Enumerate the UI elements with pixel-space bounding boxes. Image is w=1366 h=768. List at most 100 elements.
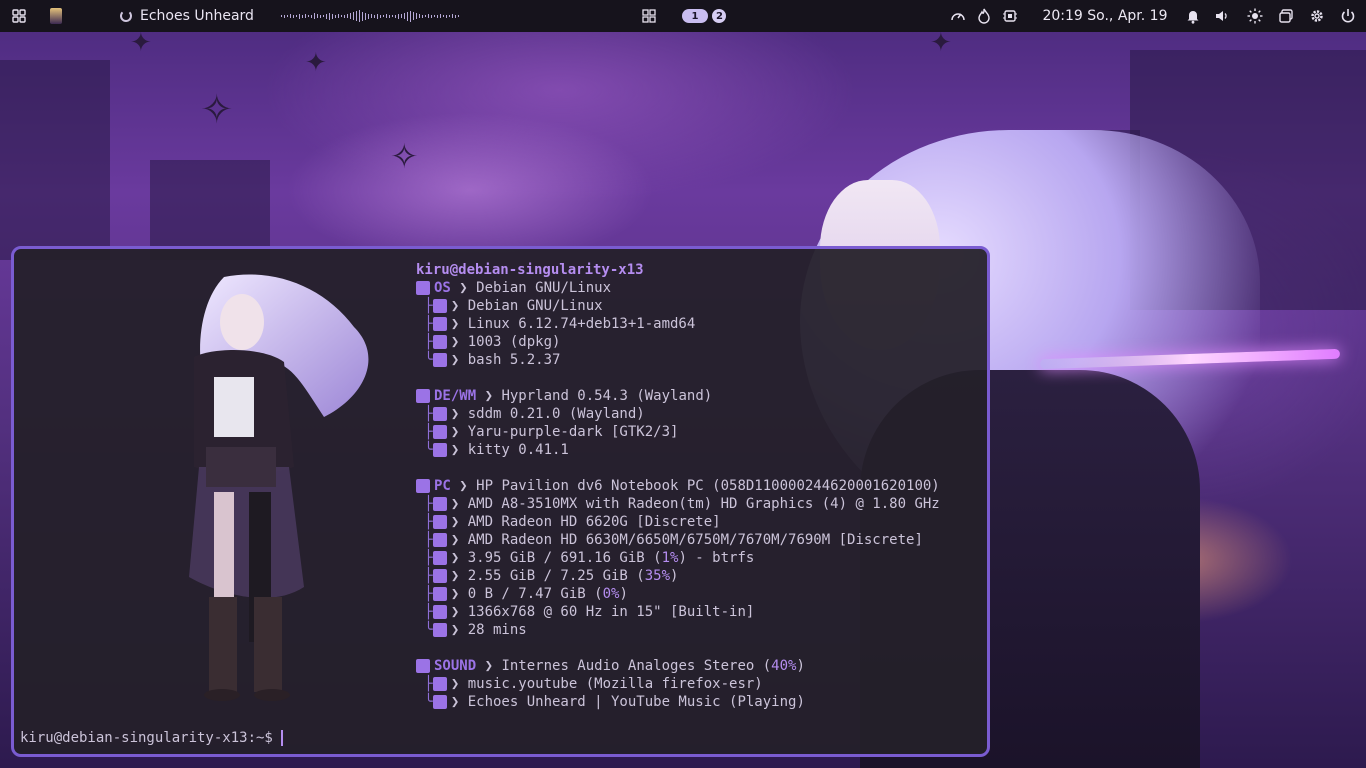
app-launcher-button[interactable] [10,0,28,32]
visualizer-bar [410,10,411,22]
fetch-row: ├ ❯ 1003 (dpkg) [416,333,940,351]
gpu-icon [432,533,447,547]
visualizer-bar [365,12,366,20]
visualizer-bar [293,14,294,18]
chevron-right-icon: ❯ [450,550,468,566]
bird-shape: ✧ [200,87,234,133]
tree-branch: ├ [416,316,433,332]
player-icon [432,677,447,691]
tree-branch: ╰ [416,694,433,710]
section-value-highlight: 40% [771,658,797,674]
visualizer-bar [446,14,447,18]
debian-icon [432,299,447,313]
fetch-row: ╰ ❯ bash 5.2.37 [416,351,940,369]
visualizer-bar [353,12,354,20]
visualizer-bar [302,14,303,18]
power-icon [1341,9,1355,23]
fetch-row: ├ ❯ AMD Radeon HD 6630M/6650M/6750M/7670M… [416,531,940,549]
row-text: Yaru-purple-dark [GTK2/3] [467,424,679,440]
fetch-row: ├ ❯ 1366x768 @ 60 Hz in 15" [Built-in] [416,603,940,621]
chevron-right-icon: ❯ [450,532,468,548]
fetch-row: ╰ ❯ Echoes Unheard | YouTube Music (Playi… [416,693,940,711]
fetch-row: ├ ❯ 3.95 GiB / 691.16 GiB (1%) - btrfs [416,549,940,567]
visualizer-bar [440,14,441,18]
settings-button[interactable] [1308,0,1326,32]
visualizer-bar [422,14,423,18]
gauge-icon [951,13,965,21]
shell-prompt[interactable]: kiru@debian-singularity-x13:~$ [20,729,283,747]
media-title: Echoes Unheard [140,8,254,24]
visualizer-bar [344,14,345,18]
visualizer-bar [311,14,312,18]
visualizer-bar [362,11,363,21]
row-text: 1003 (dpkg) [467,334,561,350]
row-text: Echoes Unheard | YouTube Music (Playing) [467,694,805,710]
temperature-button[interactable] [975,0,993,32]
visualizer-bar [323,15,324,17]
chevron-right-icon: ❯ [450,478,477,494]
fetch-row: ├ ❯ sddm 0.21.0 (Wayland) [416,405,940,423]
notifications-button[interactable] [1184,0,1202,32]
bird-shape: ✦ [930,28,952,58]
volume-button[interactable] [1213,0,1231,32]
visualizer-bar [326,13,327,19]
fastfetch-output: kiru@debian-singularity-x13 OS ❯ Debian … [416,261,940,711]
grid-icon [642,9,656,23]
chevron-right-icon: ❯ [450,316,468,332]
chevron-right-icon: ❯ [450,694,468,710]
terminal-icon [432,443,447,457]
workspace-1[interactable]: 1 [681,9,709,23]
memory-icon [432,569,447,583]
visualizer-bar [350,13,351,19]
visualizer-bar [458,15,459,17]
package-icon [432,335,447,349]
visualizer-bar [359,10,360,22]
chevron-right-icon: ❯ [450,496,468,512]
brightness-icon [1247,8,1263,24]
visualizer-bar [335,14,336,18]
workspace-2[interactable]: 2 [712,9,727,23]
clock-widget[interactable]: 20:19 So., Apr. 19 [1040,0,1170,32]
grid-icon [432,425,447,439]
overview-button[interactable] [641,0,657,32]
chevron-right-icon: ❯ [450,586,468,602]
chevron-right-icon: ❯ [450,406,468,422]
media-widget[interactable]: Echoes Unheard [120,0,260,32]
row-text-post: ) - btrfs [678,550,755,566]
visualizer-bar [419,14,420,18]
tree-branch: ├ [416,568,433,584]
visualizer-bar [404,13,405,19]
section-header-os: OS ❯ Debian GNU/Linux [416,279,940,297]
fetch-logo-image [189,274,369,701]
window-icon [1279,9,1293,23]
brightness-button[interactable] [1246,0,1264,32]
tree-branch: ╰ [416,442,433,458]
windows-button[interactable] [1277,0,1295,32]
cpu-gauge-button[interactable] [949,0,967,32]
row-percentage: 1% [661,550,679,566]
terminal-window[interactable]: kiru@debian-singularity-x13 OS ❯ Debian … [11,246,990,757]
settings-icon [1311,10,1323,22]
launcher-icon [12,9,26,23]
memory-button[interactable] [1001,0,1019,32]
visualizer-bar [380,14,381,18]
row-text: Linux 6.12.74+deb13+1-amd64 [467,316,696,332]
section-key: SOUND [434,658,477,674]
power-button[interactable] [1339,0,1357,32]
row-text: kitty 0.41.1 [467,442,569,458]
chevron-right-icon: ❯ [450,676,468,692]
fetch-row: ├ ❯ AMD Radeon HD 6620G [Discrete] [416,513,940,531]
fetch-row: ├ ❯ Yaru-purple-dark [GTK2/3] [416,423,940,441]
visualizer-bar [308,15,309,17]
text-cursor [280,730,283,746]
row-text-pre: 2.55 GiB / 7.25 GiB ( [467,568,645,584]
chevron-right-icon: ❯ [450,622,468,638]
tree-branch: ├ [416,550,433,566]
row-text: sddm 0.21.0 (Wayland) [467,406,645,422]
fetch-row: ├ ❯ 2.55 GiB / 7.25 GiB (35%) [416,567,940,585]
visualizer-bar [416,13,417,19]
active-window-app-icon[interactable] [48,0,64,32]
visualizer-bar [320,14,321,18]
gear-icon [432,317,447,331]
visualizer-bar [368,13,369,19]
